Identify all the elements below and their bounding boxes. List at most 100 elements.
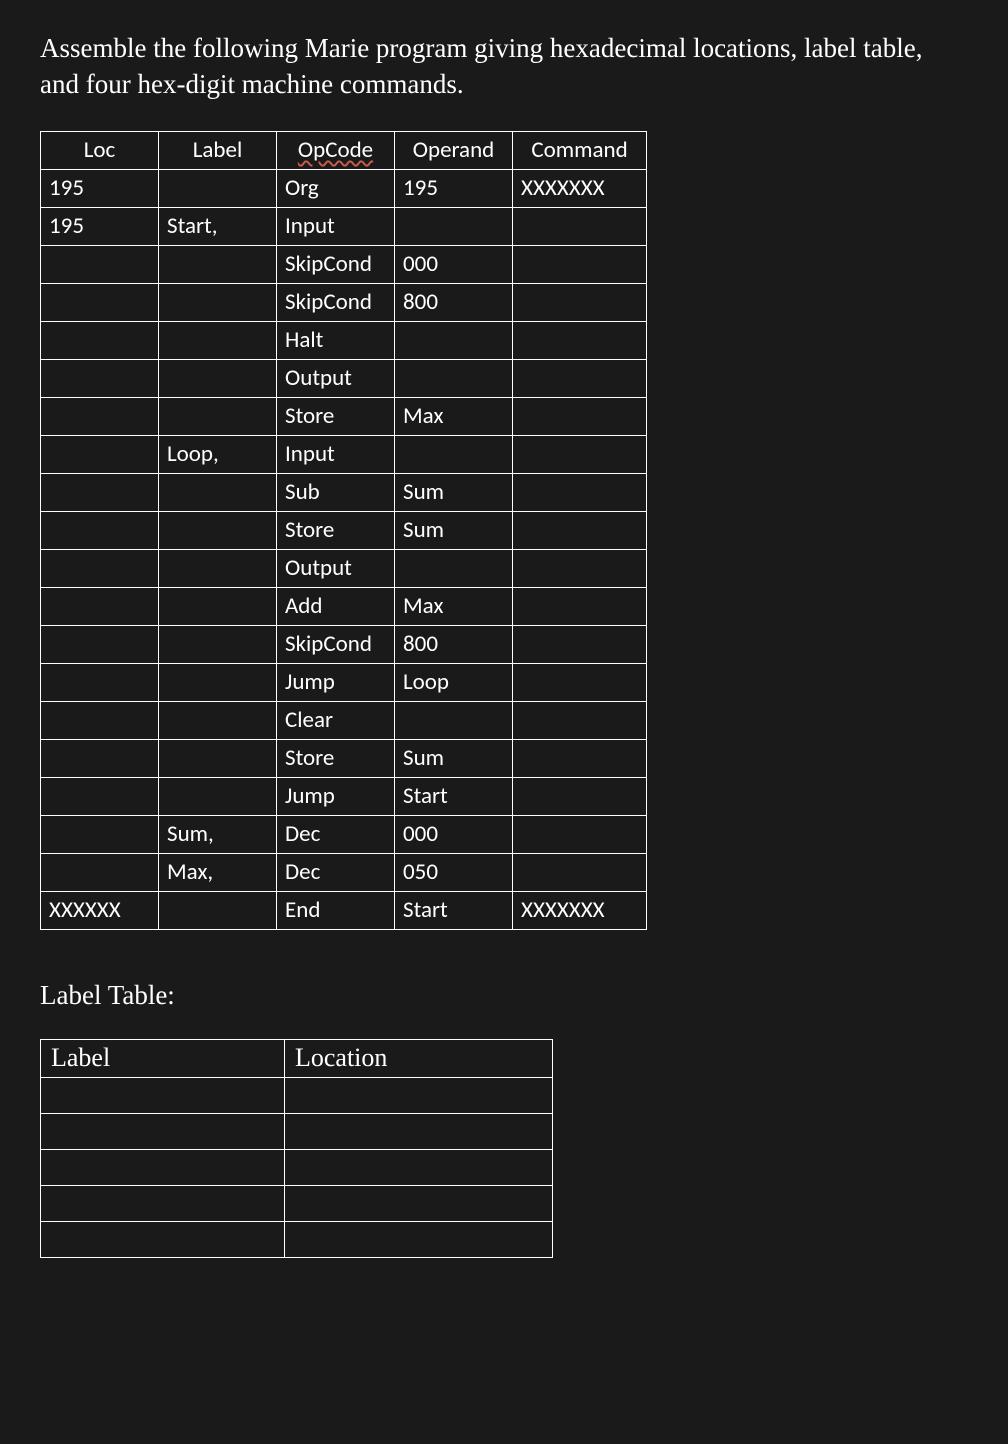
cell-loc — [41, 245, 159, 283]
table-row: StoreMax — [41, 397, 647, 435]
cell-command — [513, 739, 647, 777]
table-row: SubSum — [41, 473, 647, 511]
cell-loc — [41, 397, 159, 435]
table-row: SkipCond800 — [41, 283, 647, 321]
table-row: Output — [41, 549, 647, 587]
problem-prompt: Assemble the following Marie program giv… — [40, 30, 968, 103]
cell-location — [285, 1221, 553, 1257]
table-row: Output — [41, 359, 647, 397]
cell-opcode: Dec — [277, 853, 395, 891]
cell-loc — [41, 473, 159, 511]
col-header-loc: Loc — [41, 131, 159, 169]
cell-command — [513, 815, 647, 853]
cell-label: Loop, — [159, 435, 277, 473]
label-table: Label Location — [40, 1039, 553, 1258]
cell-label — [159, 245, 277, 283]
cell-loc — [41, 511, 159, 549]
cell-command: XXXXXXX — [513, 891, 647, 929]
cell-command — [513, 359, 647, 397]
table-row — [41, 1149, 553, 1185]
cell-command — [513, 511, 647, 549]
cell-opcode: Clear — [277, 701, 395, 739]
cell-operand — [395, 435, 513, 473]
cell-loc — [41, 739, 159, 777]
cell-loc — [41, 549, 159, 587]
cell-label — [41, 1077, 285, 1113]
col-header-opcode: OpCode — [277, 131, 395, 169]
cell-label — [159, 359, 277, 397]
cell-label — [159, 625, 277, 663]
cell-opcode: Jump — [277, 663, 395, 701]
table-row — [41, 1077, 553, 1113]
cell-location — [285, 1185, 553, 1221]
cell-operand: 800 — [395, 283, 513, 321]
cell-opcode: SkipCond — [277, 245, 395, 283]
cell-command — [513, 283, 647, 321]
cell-command — [513, 207, 647, 245]
cell-label — [41, 1149, 285, 1185]
cell-label — [159, 473, 277, 511]
col-header-operand: Operand — [395, 131, 513, 169]
cell-command — [513, 777, 647, 815]
cell-operand: Max — [395, 587, 513, 625]
table-row: SkipCond000 — [41, 245, 647, 283]
cell-label — [159, 283, 277, 321]
cell-command — [513, 549, 647, 587]
cell-opcode: Store — [277, 397, 395, 435]
cell-opcode: Add — [277, 587, 395, 625]
cell-loc: 195 — [41, 207, 159, 245]
cell-label — [159, 397, 277, 435]
table-row: StoreSum — [41, 739, 647, 777]
cell-label: Sum, — [159, 815, 277, 853]
table-row: 195Org195XXXXXXX — [41, 169, 647, 207]
cell-loc — [41, 815, 159, 853]
cell-loc — [41, 283, 159, 321]
cell-loc — [41, 853, 159, 891]
table-row: JumpStart — [41, 777, 647, 815]
cell-command — [513, 625, 647, 663]
table-header-row: Label Location — [41, 1039, 553, 1077]
table-row: Sum,Dec000 — [41, 815, 647, 853]
cell-command — [513, 397, 647, 435]
label-table-title: Label Table: — [40, 980, 968, 1011]
table-row — [41, 1185, 553, 1221]
cell-operand: Sum — [395, 739, 513, 777]
table-row: AddMax — [41, 587, 647, 625]
cell-operand: Sum — [395, 511, 513, 549]
cell-operand: Start — [395, 891, 513, 929]
col-header-label: Label — [41, 1039, 285, 1077]
document-page: Assemble the following Marie program giv… — [0, 0, 1008, 1288]
cell-label — [159, 663, 277, 701]
cell-opcode: Dec — [277, 815, 395, 853]
cell-operand — [395, 549, 513, 587]
cell-label — [159, 169, 277, 207]
cell-label — [41, 1185, 285, 1221]
cell-opcode: Store — [277, 511, 395, 549]
cell-opcode: Input — [277, 207, 395, 245]
cell-operand: 000 — [395, 245, 513, 283]
cell-label — [159, 777, 277, 815]
cell-loc — [41, 701, 159, 739]
col-header-label: Label — [159, 131, 277, 169]
cell-label — [41, 1221, 285, 1257]
cell-loc — [41, 435, 159, 473]
table-row: StoreSum — [41, 511, 647, 549]
cell-command — [513, 701, 647, 739]
cell-loc — [41, 587, 159, 625]
cell-operand: 000 — [395, 815, 513, 853]
cell-operand — [395, 321, 513, 359]
cell-operand — [395, 207, 513, 245]
cell-opcode: Input — [277, 435, 395, 473]
cell-operand: Sum — [395, 473, 513, 511]
cell-label: Max, — [159, 853, 277, 891]
cell-command — [513, 473, 647, 511]
cell-operand: 195 — [395, 169, 513, 207]
cell-opcode: Org — [277, 169, 395, 207]
cell-operand: Start — [395, 777, 513, 815]
cell-location — [285, 1077, 553, 1113]
cell-loc: XXXXXX — [41, 891, 159, 929]
cell-loc: 195 — [41, 169, 159, 207]
cell-opcode: Output — [277, 549, 395, 587]
table-row: Halt — [41, 321, 647, 359]
table-row — [41, 1113, 553, 1149]
